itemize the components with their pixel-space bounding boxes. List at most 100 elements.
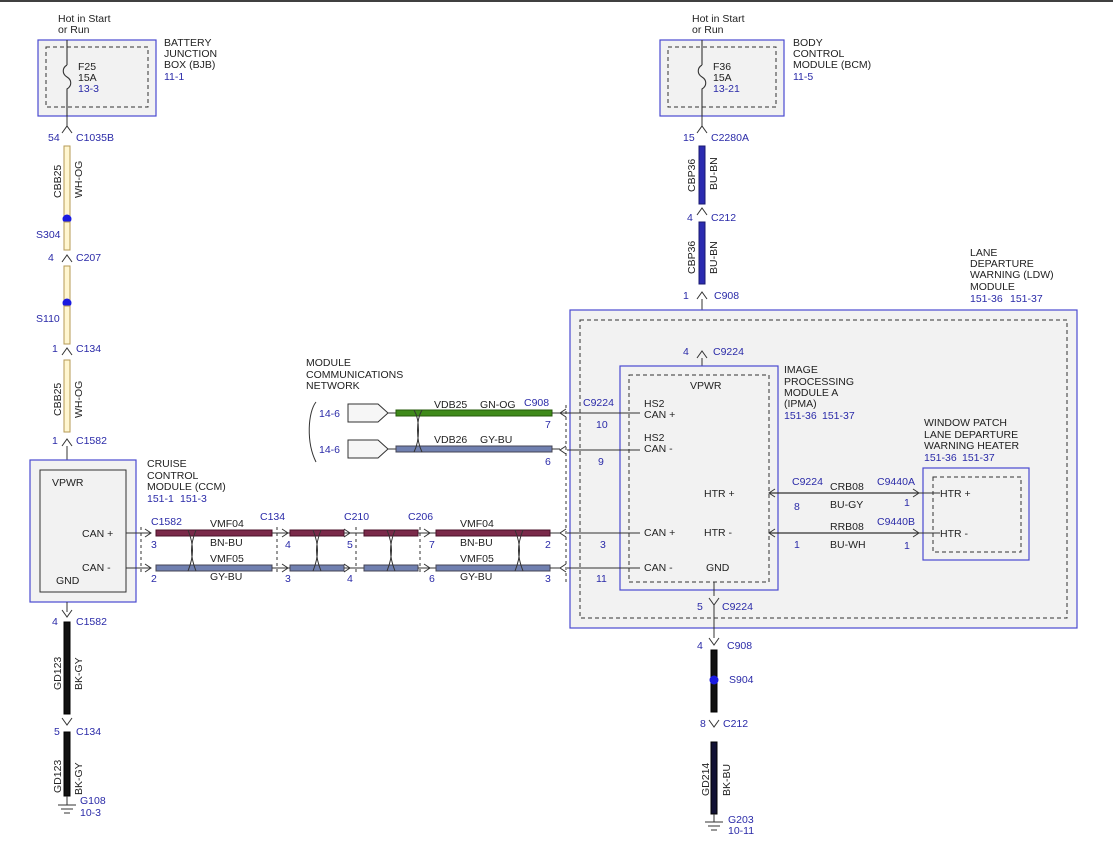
wire-cbb25-upper-color: WH-OG [73, 161, 85, 198]
can-circuit-minus-right: VMF05 [460, 553, 494, 565]
ground-c908-label: C908 [727, 640, 752, 652]
wire-c207-s110 [63, 265, 71, 301]
ground-g203-icon [705, 821, 723, 831]
c207-label: C207 [76, 252, 101, 264]
wire-gd123-upper-color: BK-GY [73, 657, 85, 690]
wire-vmf04-seg2 [289, 529, 345, 537]
left-power-feed: 54 C1035B CBB25 WH-OG S304 4 C207 S110 1… [36, 116, 114, 470]
ground-g108-icon [58, 804, 76, 814]
c1582-top-connector-mark [61, 438, 73, 447]
heater-htr-plus: HTR + [940, 488, 971, 500]
can-color-plus-right: BN-BU [460, 537, 493, 549]
ground-g108-label: G108 [80, 795, 106, 807]
heater-ipma-conn: C9224 [792, 476, 823, 488]
can-c1582-pin-minus: 2 [151, 573, 157, 585]
ccm-name-3: MODULE (CCM) [147, 481, 226, 493]
c1582-top-pin: 1 [52, 435, 58, 447]
c134-pin: 1 [52, 343, 58, 355]
c207-pin: 4 [48, 252, 54, 264]
heater-color-plus: BU-GY [830, 499, 863, 511]
c134-connector-mark [61, 347, 73, 356]
ipma-can-plus: CAN + [644, 527, 675, 539]
mcn-plus-arrow [347, 403, 389, 423]
heater-htr-minus: HTR - [940, 528, 968, 540]
heater-conn-minus: C9440B [877, 516, 915, 528]
bjb-hot-label-2: or Run [58, 24, 90, 36]
ldw-name-ref-1: 151-36 [970, 293, 1003, 305]
wire-s304-c207 [63, 221, 71, 251]
bcm-name-3: MODULE (BCM) [793, 59, 871, 71]
ground-c212-label: C212 [723, 718, 748, 730]
wire-cbp36-lower-circuit: CBP36 [686, 241, 698, 274]
wire-gd123-lower-circuit: GD123 [52, 760, 64, 793]
heater-pin-plus: 1 [904, 497, 910, 509]
can-c134-label: C134 [260, 511, 285, 523]
can-color-minus-right: GY-BU [460, 571, 492, 583]
wire-cbp36-lower-color: BU-BN [708, 241, 720, 274]
can-color-plus-left: BN-BU [210, 537, 243, 549]
bcm-hot-label-2: or Run [692, 24, 724, 36]
wire-vmf04-seg4 [435, 529, 551, 537]
can-c908-pin-plus: 2 [545, 539, 551, 551]
ipma-htr-minus: HTR - [704, 527, 732, 539]
c134-label: C134 [76, 343, 101, 355]
bjb-box [37, 39, 157, 117]
can-c210-label: C210 [344, 511, 369, 523]
wire-cbp36-upper-circuit: CBP36 [686, 159, 698, 192]
ipma-name-4: (IPMA) [784, 398, 817, 410]
can-c206-pin-minus: 6 [429, 573, 435, 585]
can-circuit-minus-left: VMF05 [210, 553, 244, 565]
wire-gd123-lower-color: BK-GY [73, 762, 85, 795]
ldw-pin-bottom: 5 [697, 601, 703, 613]
ccm-vpwr: VPWR [52, 477, 84, 489]
wire-vmf05-seg2 [289, 564, 345, 572]
c908-can-minus-mark [559, 563, 567, 573]
battery-junction-box: Hot in Start or Run F25 15A 13-3 BATTERY… [37, 13, 217, 117]
ccm-can-plus: CAN + [82, 528, 113, 540]
ccm-name-ref-2: 151-3 [180, 493, 207, 505]
can-c134-pin-plus: 4 [285, 539, 291, 551]
heater-ipma-pin-plus: 8 [794, 501, 800, 513]
left-ground-circuit: 4 C1582 GD123 BK-GY 5 C134 GD123 BK-GY G… [52, 602, 107, 819]
can-bus-wiring: C1582 3 2 VMF04 BN-BU VMF05 GY-BU C134 4… [126, 511, 560, 585]
wire-cbb25-upper [63, 145, 71, 219]
can-c206-label: C206 [408, 511, 433, 523]
c908-bottom-connector-mark [708, 637, 720, 646]
c908-top-pin: 1 [683, 290, 689, 302]
c9224-top-pin: 4 [683, 346, 689, 358]
mcn-brace [308, 401, 317, 463]
wire-cbp36-lower [698, 221, 706, 285]
wire-gd123-upper-circuit: GD123 [52, 657, 64, 690]
wire-cbb25-upper-circuit: CBB25 [52, 165, 64, 198]
ipma-can-minus: CAN - [644, 562, 673, 574]
mcn-pin-plus: 7 [545, 419, 551, 431]
mcn-circuit-plus: VDB25 [434, 399, 467, 411]
heater-name-ref-2: 151-37 [962, 452, 995, 464]
c212-top-label: C212 [711, 212, 736, 224]
c2280a-connector-mark [696, 125, 708, 134]
ccm-can-minus: CAN - [82, 562, 111, 574]
ground-g203-ref: 10-11 [728, 825, 754, 837]
bjb-name-ref: 11-1 [164, 71, 184, 83]
can-circuit-plus-right: VMF04 [460, 518, 494, 530]
mcn-ref-minus: 14-6 [319, 444, 340, 456]
wire-cbb25-lower-color: WH-OG [73, 381, 85, 418]
c9224-top-label: C9224 [713, 346, 744, 358]
mcn-name-3: NETWORK [306, 380, 360, 392]
heater-name-ref-1: 151-36 [924, 452, 957, 464]
body-control-module: Hot in Start or Run F36 15A 13-21 BODY C… [659, 13, 871, 117]
s304-label: S304 [36, 229, 61, 241]
wire-gd123-lower [63, 731, 71, 797]
heater-pin-minus: 1 [904, 540, 910, 552]
can-circuit-plus-left: VMF04 [210, 518, 244, 530]
c908-hs2-minus-mark [559, 445, 567, 455]
ccm-name-1: CRUISE [147, 458, 187, 470]
bcm-fuse-ref: 13-21 [713, 83, 740, 95]
ipma-htr-plus: HTR + [704, 488, 735, 500]
wire-gd214-color: BK-BU [721, 764, 733, 796]
c2280a-label: C2280A [711, 132, 749, 144]
ipma-pin-hs2-plus: 10 [596, 419, 608, 431]
wire-cbb25-lower-circuit: CBB25 [52, 383, 64, 416]
ldw-conn-bottom: C9224 [722, 601, 753, 613]
bjb-name-3: BOX (BJB) [164, 59, 215, 71]
